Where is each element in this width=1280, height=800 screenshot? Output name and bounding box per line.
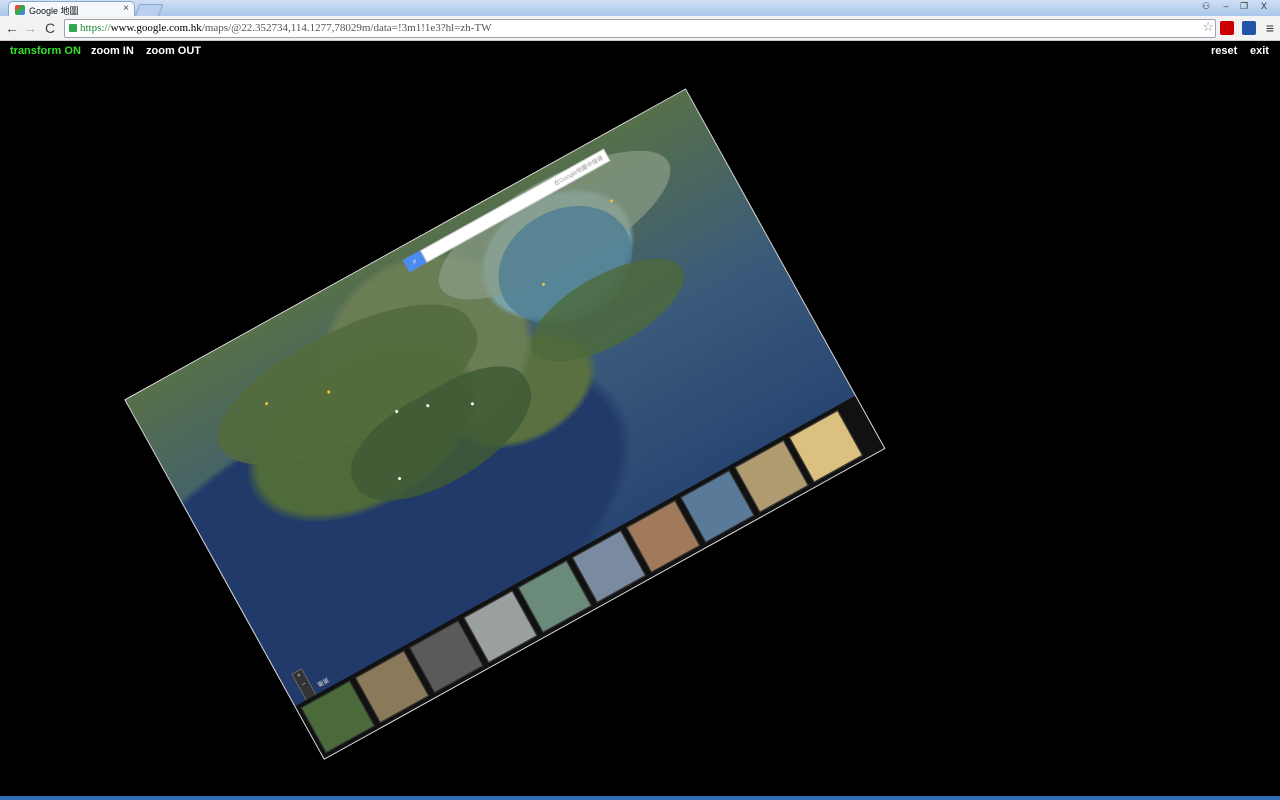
user-icon[interactable]: ⚇ [1196, 0, 1216, 12]
map-marker [394, 409, 399, 414]
extension-flag-icon[interactable] [1220, 21, 1234, 35]
extension-shield-icon[interactable] [1242, 21, 1256, 35]
map-marker [470, 401, 475, 406]
lock-icon [69, 24, 77, 32]
bookmark-star-icon[interactable]: ☆ [1202, 19, 1214, 35]
url-path: /maps/@22.352734,114.1277,78029m/data=!3… [201, 22, 492, 34]
address-url: https://www.google.com.hk/maps/@22.35273… [80, 20, 492, 37]
window-titlebar: Google 地圖 × ⚇ – ❐ X [0, 0, 1280, 17]
minimize-button[interactable]: – [1216, 0, 1236, 12]
map-marker [541, 282, 546, 287]
tab-google-maps[interactable]: Google 地圖 × [8, 1, 135, 17]
exit-button[interactable]: exit [1250, 45, 1269, 57]
map-marker [397, 476, 402, 481]
reset-button[interactable]: reset [1211, 45, 1237, 57]
tab-close-icon[interactable]: × [123, 3, 129, 14]
url-host: www.google.com.hk [110, 22, 202, 34]
map-marker [264, 401, 269, 406]
map-marker [425, 403, 430, 408]
google-maps-favicon-icon [15, 5, 25, 15]
satellite-map[interactable]: ⌕ 在Google地圖中搜尋 + − 衛星 [124, 88, 886, 760]
map-marker [609, 198, 614, 203]
transform-toggle[interactable]: transform ON [10, 45, 81, 57]
transform-toolbar: transform ON zoom IN zoom OUT reset exit [0, 41, 1280, 61]
taskbar-edge [0, 796, 1280, 800]
url-scheme: https:// [80, 22, 111, 34]
map-marker [326, 389, 331, 395]
rotated-page-viewport[interactable]: ⌕ 在Google地圖中搜尋 + − 衛星 [124, 88, 886, 760]
restore-button[interactable]: ❐ [1234, 0, 1254, 12]
forward-button[interactable]: → [22, 20, 38, 36]
zoom-out-button[interactable]: zoom OUT [146, 45, 201, 57]
chrome-menu-icon[interactable]: ≡ [1266, 21, 1274, 35]
reload-button[interactable]: C [42, 20, 58, 36]
back-button[interactable]: ← [4, 20, 20, 36]
browser-toolbar: ← → C https://www.google.com.hk/maps/@22… [0, 16, 1280, 41]
close-window-button[interactable]: X [1254, 0, 1274, 12]
address-bar[interactable]: https://www.google.com.hk/maps/@22.35273… [64, 19, 1216, 38]
zoom-in-button[interactable]: zoom IN [91, 45, 134, 57]
